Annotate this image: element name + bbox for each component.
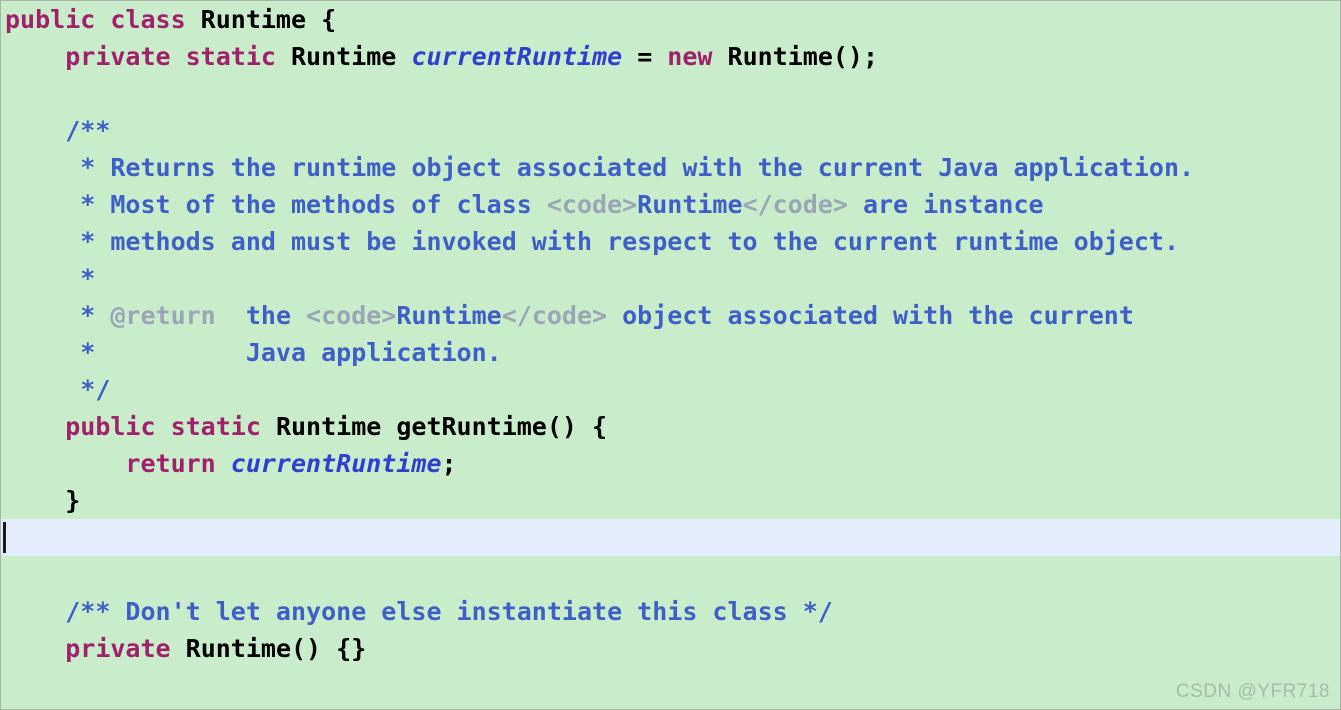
watermark-text: CSDN @YFR718 (1175, 681, 1330, 702)
code-token-kw: new (667, 42, 728, 71)
code-line[interactable]: /** (1, 704, 1340, 709)
code-token-doc: Runtime (637, 190, 743, 219)
code-token-kw: private (65, 634, 186, 663)
code-token-plain: } (5, 486, 81, 515)
code-token-plain: = (622, 42, 668, 71)
code-token-plain: Runtime() {} (185, 634, 367, 663)
code-line[interactable]: * methods and must be invoked with respe… (1, 223, 1340, 260)
code-line[interactable]: /** Don't let anyone else instantiate th… (1, 593, 1340, 630)
code-token-doc: * (80, 301, 111, 330)
code-editor-surface[interactable]: public class Runtime { private static Ru… (1, 1, 1340, 709)
code-line[interactable] (1, 556, 1340, 593)
code-token-htmltag: </code> (501, 301, 608, 330)
code-token-doctag: @return (110, 301, 216, 330)
code-line[interactable]: return currentRuntime; (1, 445, 1340, 482)
code-token-field: currentRuntime (230, 449, 442, 478)
code-line[interactable]: * (1, 260, 1340, 297)
code-line[interactable]: private Runtime() {} (1, 630, 1340, 667)
code-line[interactable]: * Returns the runtime object associated … (1, 149, 1340, 186)
code-line[interactable]: * Most of the methods of class <code>Run… (1, 186, 1340, 223)
code-token-kw: private static (65, 42, 291, 71)
code-token-doc: * Returns the runtime object associated … (80, 153, 1195, 182)
code-token-kw: return (125, 449, 231, 478)
code-token-plain: Runtime(); (727, 42, 879, 71)
code-editor-screenshot: public class Runtime { private static Ru… (0, 0, 1341, 710)
code-token-doc: * Java application. (80, 338, 502, 367)
text-cursor (3, 522, 6, 553)
code-token-doc: */ (80, 375, 111, 404)
code-line[interactable] (1, 519, 1340, 556)
code-token-plain: ; (441, 449, 457, 478)
code-token-doc: * Most of the methods of class (80, 190, 547, 219)
code-token-doc: are instance (847, 190, 1044, 219)
code-token-kw: public class (5, 5, 201, 34)
code-token-htmltag: <code> (306, 301, 397, 330)
code-token-doc: * methods and must be invoked with respe… (80, 227, 1180, 256)
code-line[interactable]: } (1, 482, 1340, 519)
code-line[interactable]: public static Runtime getRuntime() { (1, 408, 1340, 445)
code-token-doc: Runtime (396, 301, 502, 330)
code-token-doc: the (215, 301, 307, 330)
code-line[interactable]: * Java application. (1, 334, 1340, 371)
code-line[interactable] (1, 667, 1340, 704)
code-token-plain: Runtime { (200, 5, 337, 34)
code-token-doc: * (80, 264, 96, 293)
code-line[interactable]: */ (1, 371, 1340, 408)
code-line[interactable]: public class Runtime { (1, 1, 1340, 38)
code-line[interactable] (1, 75, 1340, 112)
code-token-doc: /** Don't let anyone else instantiate th… (65, 597, 833, 626)
code-token-htmltag: </code> (742, 190, 848, 219)
code-line[interactable]: private static Runtime currentRuntime = … (1, 38, 1340, 75)
code-line[interactable]: /** (1, 112, 1340, 149)
code-token-doc: object associated with the current (607, 301, 1134, 330)
code-token-kw: public static (65, 412, 276, 441)
code-token-plain: Runtime getRuntime() { (275, 412, 608, 441)
code-token-doc: /** (65, 116, 111, 145)
code-line-list[interactable]: public class Runtime { private static Ru… (1, 1, 1340, 709)
code-token-field: currentRuntime (411, 42, 623, 71)
code-token-htmltag: <code> (546, 190, 638, 219)
code-line[interactable]: * @return the <code>Runtime</code> objec… (1, 297, 1340, 334)
code-token-plain: Runtime (291, 42, 412, 71)
